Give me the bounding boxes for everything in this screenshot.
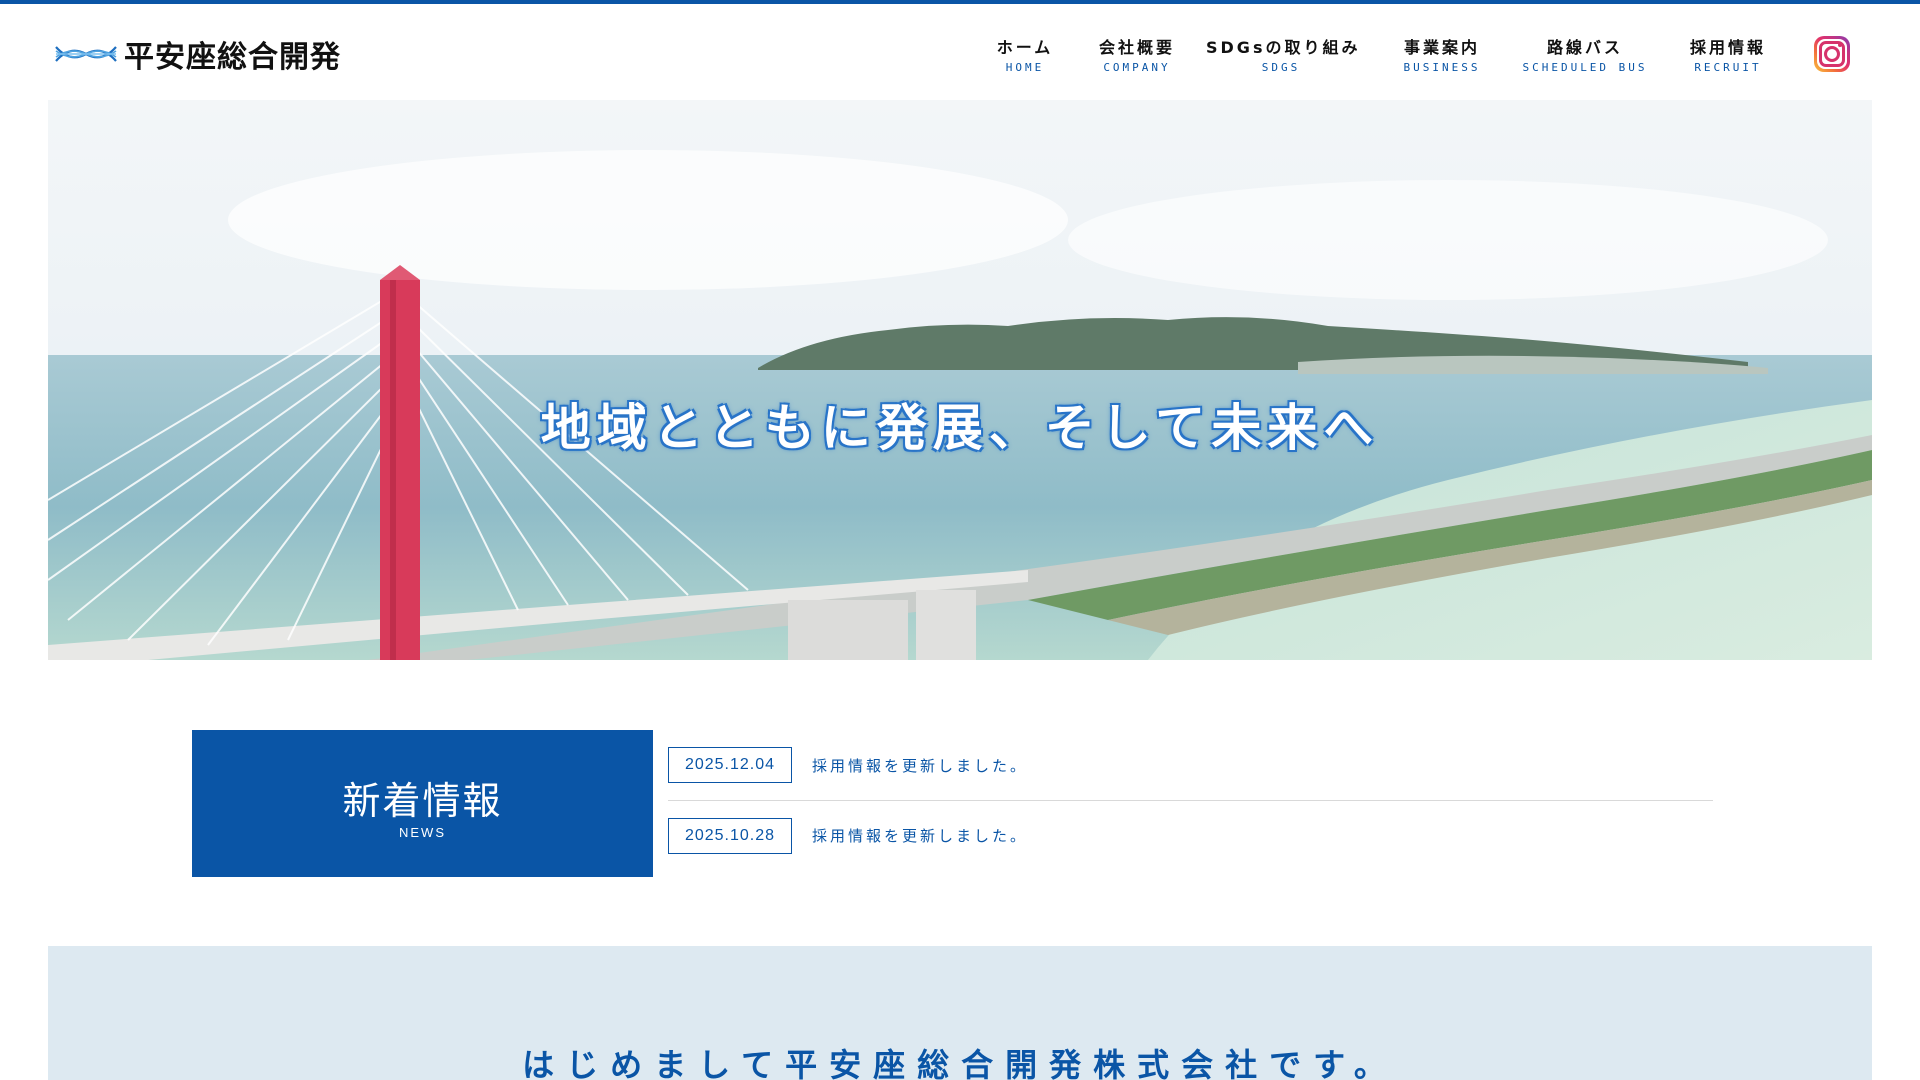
nav-bus-label: 路線バス <box>1546 38 1623 57</box>
news-text[interactable]: 採用情報を更新しました。 <box>812 755 1028 776</box>
nav-recruit-sub: RECRUIT <box>1694 61 1762 74</box>
news-date: 2025.12.04 <box>668 747 792 783</box>
nav-business-sub: BUSINESS <box>1403 61 1481 74</box>
nav-home[interactable]: ホーム HOME <box>982 34 1068 74</box>
hero-bridge-image <box>48 100 1872 660</box>
nav-company[interactable]: 会社概要 COMPANY <box>1082 34 1192 74</box>
nav-home-sub: HOME <box>1005 61 1045 74</box>
news-item[interactable]: 2025.12.04 採用情報を更新しました。 <box>668 730 1713 800</box>
site-header: 平安座総合開発 ホーム HOME 会社概要 COMPANY SDGsの取り組み … <box>0 4 1920 100</box>
nav-company-sub: COMPANY <box>1103 61 1171 74</box>
intro-title: はじめまして平安座総合開発株式会社です。 <box>522 1046 1398 1080</box>
news-list: 2025.12.04 採用情報を更新しました。 2025.10.28 採用情報を… <box>668 730 1713 870</box>
nav-recruit[interactable]: 採用情報 RECRUIT <box>1680 34 1776 74</box>
nav-sdgs[interactable]: SDGsの取り組み SDGS <box>1206 34 1361 74</box>
nav-bus-sub: SCHEDULED BUS <box>1522 61 1648 74</box>
main-nav: ホーム HOME 会社概要 COMPANY SDGsの取り組み SDGS 事業案… <box>0 34 1920 84</box>
hero-banner: 地域とともに発展、そして未来へ <box>48 100 1872 660</box>
news-item[interactable]: 2025.10.28 採用情報を更新しました。 <box>668 800 1713 870</box>
nav-company-label: 会社概要 <box>1098 38 1175 57</box>
nav-home-label: ホーム <box>996 38 1054 57</box>
news-title: 新着情報 <box>342 779 503 823</box>
news-heading-box: 新着情報 NEWS <box>192 730 653 877</box>
nav-scheduled-bus[interactable]: 路線バス SCHEDULED BUS <box>1520 34 1650 74</box>
nav-business-label: 事業案内 <box>1403 38 1480 57</box>
nav-business[interactable]: 事業案内 BUSINESS <box>1392 34 1492 74</box>
news-date: 2025.10.28 <box>668 817 792 854</box>
news-subtitle: NEWS <box>399 825 446 840</box>
nav-recruit-label: 採用情報 <box>1689 38 1766 57</box>
nav-sdgs-label: SDGsの取り組み <box>1206 38 1361 57</box>
instagram-icon[interactable] <box>1814 36 1850 72</box>
intro-section: はじめまして平安座総合開発株式会社です。 <box>48 946 1872 1080</box>
hero-catchphrase: 地域とともに発展、そして未来へ <box>540 399 1380 457</box>
news-text[interactable]: 採用情報を更新しました。 <box>812 825 1028 846</box>
nav-sdgs-sub: SDGS <box>1261 61 1301 74</box>
